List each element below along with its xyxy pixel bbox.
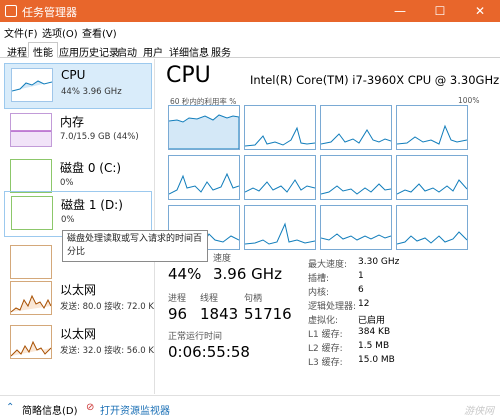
menu-options[interactable]: 选项(O) [42,25,78,40]
thread-label: 线程 [200,294,219,304]
cpu-model-name: Intel(R) Core(TM) i7-3960X CPU @ 3.30GHz [250,73,500,87]
extra-mini-graph [10,245,52,279]
sidebar-item-label: CPU [61,68,86,82]
core-graph [320,105,392,150]
tab-services[interactable]: 服务 [206,42,236,59]
handle-value: 51716 [244,305,292,323]
sidebar-item-label: 内存 [60,115,85,129]
detail-value: 384 KB [358,327,391,337]
sidebar-item-label: 磁盘 1 (D:) [61,198,123,212]
cpu-mini-graph [11,68,53,102]
sidebar-item-value: 发送: 32.0 接收: 56.0 K [60,346,154,356]
sidebar-item-value: 44% 3.96 GHz [61,87,122,97]
tab-strip: 进程 性能 应用历史记录 启动 用户 详细信息 服务 [0,40,500,59]
detail-value: 1.5 MB [358,341,390,351]
chevron-up-icon[interactable]: ⌃ [6,402,14,413]
title-bar: 任务管理器 — ☐ ✕ [0,0,500,22]
detail-value: 15.0 MB [358,355,395,365]
close-button[interactable]: ✕ [460,0,500,22]
sidebar-item-value: 7.0/15.9 GB (44%) [60,132,139,142]
core-graph [244,205,316,250]
detail-value: 3.30 GHz [358,257,400,267]
graph-max-label: 100% [458,96,480,105]
core-graph [320,155,392,200]
minimize-button[interactable]: — [380,0,420,22]
detail-key: L1 缓存: [308,330,343,340]
core-graph [396,205,468,250]
brief-info-link[interactable]: 简略信息(D) [22,402,78,417]
menu-bar: 文件(F) 选项(O) 查看(V) [0,22,500,40]
monitor-icon: ⊘ [86,402,95,413]
process-label: 进程 [168,294,187,304]
open-resource-monitor-link[interactable]: 打开资源监视器 [100,402,170,417]
ethernet-2-mini-graph [10,325,52,359]
disk-0-mini-graph [10,159,52,193]
detail-key: 最大速度: [308,260,348,270]
status-footer: ⌃ 简略信息(D) ⊘ 打开资源监视器 游侠网 [0,395,500,420]
menu-file[interactable]: 文件(F) [4,25,38,40]
uptime-label: 正常运行时间 [168,332,223,342]
detail-key: 逻辑处理器: [308,302,357,312]
resource-sidebar: CPU 44% 3.96 GHz 内存 7.0/15.9 GB (44%) 磁盘… [0,59,155,394]
core-graph [396,105,468,150]
watermark-logo: 游侠网 [464,406,494,417]
thread-value: 1843 [200,305,239,323]
window-title: 任务管理器 [22,6,77,19]
sidebar-item-value: 发送: 80.0 接收: 72.0 K [60,302,154,312]
sidebar-item-value: 0% [61,215,75,225]
core-graph [396,155,468,200]
menu-view[interactable]: 查看(V) [82,25,117,40]
disk-1-mini-graph [11,196,53,230]
detail-key: L2 缓存: [308,344,343,354]
core-graph [244,105,316,150]
core-graph [320,205,392,250]
sidebar-item-label: 以太网 [60,283,97,297]
detail-value: 已启用 [358,316,386,326]
detail-key: 插槽: [308,274,330,284]
detail-value: 12 [358,299,370,309]
core-graph [244,155,316,200]
maximize-button[interactable]: ☐ [420,0,460,22]
detail-key: 虚拟化: [308,316,339,326]
ethernet-1-mini-graph [10,281,52,315]
uptime-value: 0:06:55:58 [168,343,250,361]
sidebar-item-memory[interactable]: 内存 7.0/15.9 GB (44%) [4,109,152,155]
disk-tooltip: 磁盘处理读取或写入请求的时间百分比 [62,230,208,262]
page-title: CPU [166,63,211,88]
task-manager-icon [5,5,17,17]
core-graph [168,155,240,200]
detail-value: 1 [358,271,364,281]
memory-mini-graph [10,113,52,147]
detail-key: L3 缓存: [308,358,343,368]
sidebar-item-label: 磁盘 0 (C:) [60,161,122,175]
sidebar-item-cpu[interactable]: CPU 44% 3.96 GHz [4,63,152,109]
util-value: 44% [168,265,202,283]
sidebar-item-value: 0% [60,178,74,188]
sidebar-item-ethernet-2[interactable]: 以太网 发送: 32.0 接收: 56.0 K [4,321,154,367]
process-value: 96 [168,305,188,323]
detail-value: 6 [358,285,364,295]
speed-value: 3.96 GHz [213,265,282,283]
sidebar-item-label: 以太网 [60,327,97,341]
core-graph [168,105,240,150]
cpu-detail-panel: CPU Intel(R) Core(TM) i7-3960X CPU @ 3.3… [158,59,500,394]
detail-key: 内核: [308,288,330,298]
speed-label: 速度 [213,254,232,264]
sidebar-item-ethernet-1[interactable]: 以太网 发送: 80.0 接收: 72.0 K [4,277,154,323]
handle-label: 句柄 [244,294,263,304]
